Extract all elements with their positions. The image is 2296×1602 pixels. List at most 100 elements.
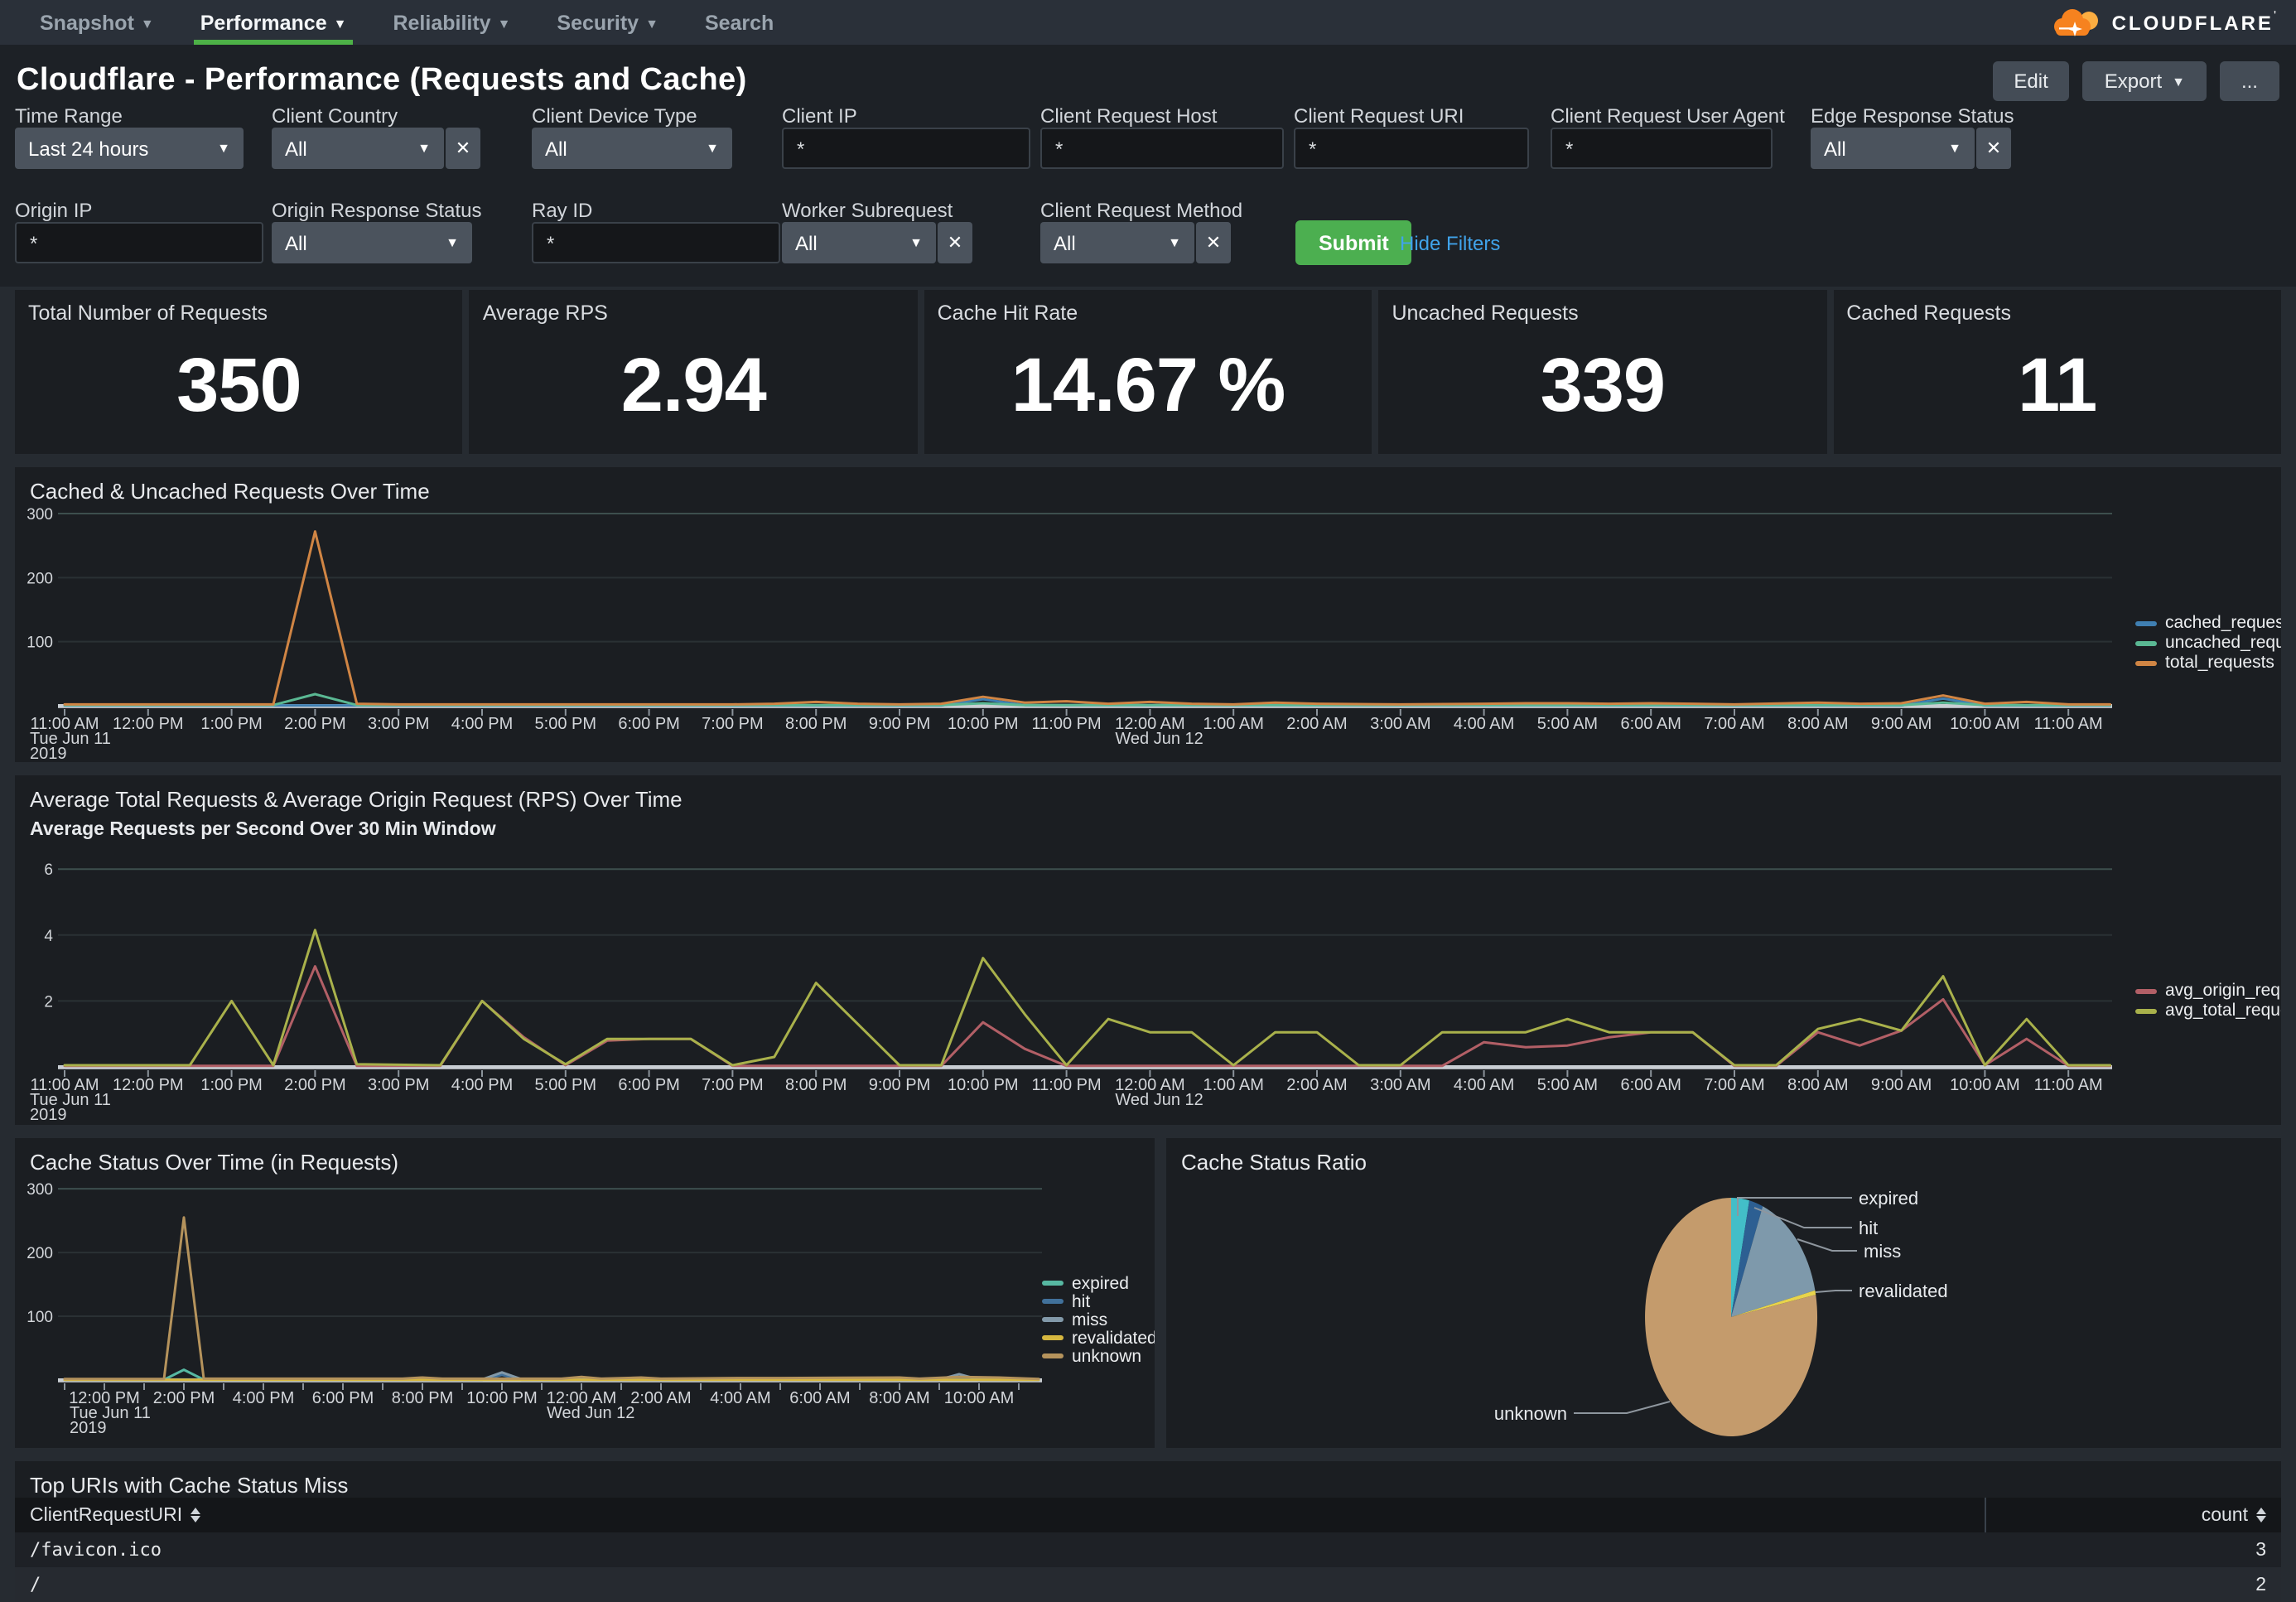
chevron-down-icon: ▼ [706, 141, 719, 156]
nav-item-label: Snapshot [40, 11, 134, 34]
svg-text:2:00 PM: 2:00 PM [284, 1076, 345, 1094]
panel-title: Cache Status Over Time (in Requests) [30, 1150, 398, 1175]
chevron-down-icon: ▼ [217, 141, 230, 156]
svg-text:8:00 AM: 8:00 AM [1787, 715, 1848, 733]
button-label: Edit [2014, 70, 2048, 93]
kpi-title: Cached Requests [1846, 302, 2011, 325]
client-ip-input[interactable]: * [782, 128, 1030, 169]
filter-label-ray-id: Ray ID [532, 199, 592, 222]
sort-icon [191, 1508, 200, 1522]
uri-cell: /favicon.ico [15, 1539, 1981, 1561]
legend-item-miss[interactable]: miss [1042, 1310, 1155, 1329]
kpi-row: Total Number of Requests 350Average RPS2.… [15, 290, 2281, 454]
legend-item-revalidated[interactable]: revalidated [1042, 1329, 1155, 1347]
origin-ip-input[interactable]: * [15, 222, 263, 263]
panel-average-rps-over-time: Average Total Requests & Average Origin … [15, 775, 2281, 1125]
legend-swatch [1042, 1299, 1064, 1304]
hide-filters-link[interactable]: Hide Filters [1400, 232, 1500, 255]
svg-text:7:00 PM: 7:00 PM [702, 1076, 763, 1094]
select-value: All [1824, 137, 1846, 160]
submit-button[interactable]: Submit [1295, 220, 1412, 265]
nav-item-label: Performance [200, 11, 327, 34]
svg-text:300: 300 [27, 506, 53, 524]
filter-label-edge-response-status: Edge Response Status [1811, 104, 2014, 128]
legend-item-total-requests[interactable]: total_requests [2135, 653, 2281, 673]
worker-subrequest-clear-icon[interactable]: ✕ [938, 222, 972, 263]
column-header-clientrequesturi[interactable]: ClientRequestURI [15, 1505, 1981, 1525]
svg-text:7:00 AM: 7:00 AM [1704, 715, 1764, 733]
svg-text:2019: 2019 [30, 1106, 67, 1124]
kpi-total-number-of-requests: Total Number of Requests 350 [15, 290, 463, 454]
uri-cell: / [15, 1574, 1981, 1595]
chart-canvas: 10020030011:00 AMTue Jun 11201912:00 PM1… [15, 467, 2281, 762]
worker-subrequest-select[interactable]: All▼ [782, 222, 936, 263]
time-range-select[interactable]: Last 24 hours▼ [15, 128, 244, 169]
svg-text:6:00 AM: 6:00 AM [789, 1389, 850, 1407]
kpi-value: 350 [15, 340, 463, 429]
client-request-method-select[interactable]: All▼ [1040, 222, 1194, 263]
brand-text: CLOUDFLARE [2112, 11, 2274, 34]
nav-item-security[interactable]: Security▼ [533, 0, 682, 45]
kpi-average-rps: Average RPS2.94 [470, 290, 918, 454]
svg-text:100: 100 [27, 1309, 53, 1326]
column-header-count[interactable]: count [1981, 1505, 2281, 1525]
edge-response-status-clear-icon[interactable]: ✕ [1976, 128, 2011, 169]
panel-title: Average Total Requests & Average Origin … [30, 787, 683, 812]
svg-text:9:00 AM: 9:00 AM [1871, 715, 1932, 733]
client-country-clear-icon[interactable]: ✕ [446, 128, 480, 169]
edit-button[interactable]: Edit [1992, 61, 2069, 101]
filter-label-time-range: Time Range [15, 104, 123, 128]
title-row: Cloudflare - Performance (Requests and C… [17, 61, 2279, 101]
legend-swatch [1042, 1335, 1064, 1340]
pie-label-miss: miss [1864, 1241, 1901, 1262]
filter-label-client-request-host: Client Request Host [1040, 104, 1217, 128]
chart-legend: expiredhitmissrevalidatedunknown [1042, 1274, 1155, 1365]
client-request-method-clear-icon[interactable]: ✕ [1196, 222, 1231, 263]
edge-response-status-select[interactable]: All▼ [1811, 128, 1975, 169]
legend-label: cached_requests [2165, 613, 2281, 633]
svg-text:8:00 PM: 8:00 PM [392, 1389, 453, 1407]
svg-text:10:00 AM: 10:00 AM [944, 1389, 1015, 1407]
filter-label-worker-subrequest: Worker Subrequest [782, 199, 953, 222]
svg-text:11:00 PM: 11:00 PM [1032, 715, 1102, 733]
origin-response-status-select[interactable]: All ▼ [272, 222, 472, 263]
nav-item-reliability[interactable]: Reliability▼ [369, 0, 533, 45]
sort-icon [2256, 1508, 2266, 1522]
chevron-down-icon: ▼ [2172, 74, 2185, 89]
pie-canvas: expiredhitmissrevalidatedunknown [1166, 1138, 2281, 1448]
legend-item-avg-origin-requests[interactable]: avg_origin_requests [2135, 981, 2281, 1001]
legend-item-cached-requests[interactable]: cached_requests [2135, 613, 2281, 633]
client-request-host-input[interactable]: * [1040, 128, 1284, 169]
svg-text:2019: 2019 [70, 1419, 107, 1437]
legend-item-unknown[interactable]: unknown [1042, 1347, 1155, 1365]
filter-label-origin-response-status: Origin Response Status [272, 199, 481, 222]
count-cell: 3 [1981, 1540, 2281, 1560]
legend-item-hit[interactable]: hit [1042, 1292, 1155, 1310]
kpi-value: 11 [1833, 340, 2281, 429]
svg-text:6:00 AM: 6:00 AM [1621, 1076, 1681, 1094]
legend-item-expired[interactable]: expired [1042, 1274, 1155, 1292]
legend-swatch [2135, 1008, 2157, 1013]
client-country-select[interactable]: All▼ [272, 128, 444, 169]
chevron-down-icon: ▼ [446, 235, 459, 250]
nav-item-performance[interactable]: Performance▼ [177, 0, 370, 45]
svg-text:4:00 AM: 4:00 AM [710, 1389, 770, 1407]
client-request-user-agent-input[interactable]: * [1551, 128, 1773, 169]
legend-item-avg-total-requests[interactable]: avg_total_requests [2135, 1001, 2281, 1021]
svg-text:3:00 AM: 3:00 AM [1370, 1076, 1430, 1094]
nav-item-search[interactable]: Search [682, 0, 797, 45]
client-device-type-select[interactable]: All▼ [532, 128, 732, 169]
more-button[interactable]: ... [2220, 61, 2279, 101]
client-request-uri-input[interactable]: * [1294, 128, 1529, 169]
svg-text:6: 6 [44, 861, 53, 879]
legend-label: hit [1072, 1291, 1090, 1311]
svg-text:11:00 PM: 11:00 PM [1032, 1076, 1102, 1094]
kpi-value: 2.94 [470, 340, 918, 429]
export-button[interactable]: Export▼ [2083, 61, 2207, 101]
legend-item-uncached-requests[interactable]: uncached_requests [2135, 633, 2281, 653]
ray-id-input[interactable]: * [532, 222, 780, 263]
svg-text:2:00 PM: 2:00 PM [153, 1389, 215, 1407]
nav-item-snapshot[interactable]: Snapshot▼ [17, 0, 177, 45]
kpi-title: Total Number of Requests [28, 302, 268, 325]
select-value: All [285, 231, 307, 254]
